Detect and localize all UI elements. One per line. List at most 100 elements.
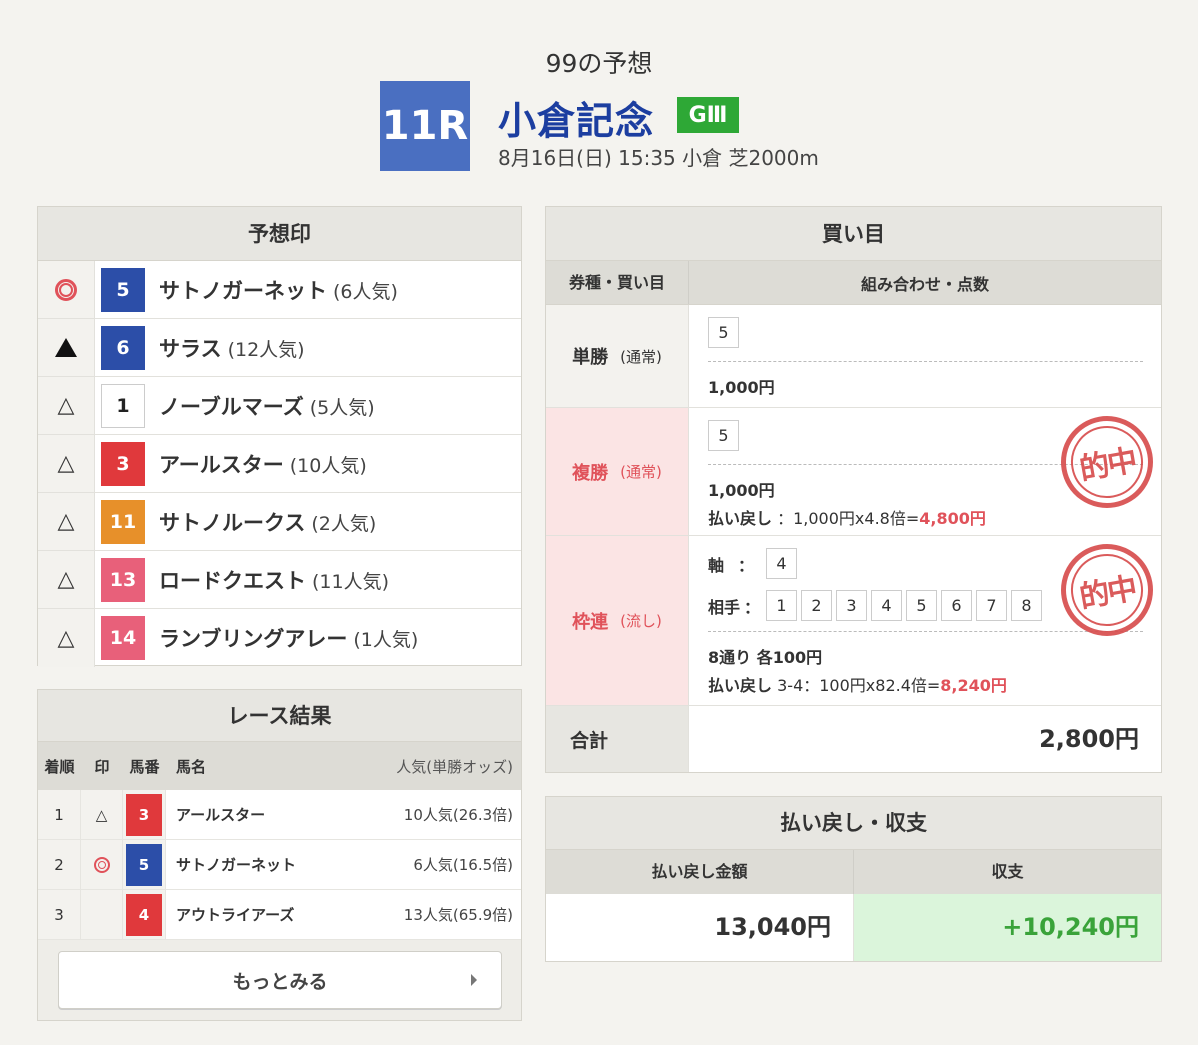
profit-amount: +10,240円	[854, 894, 1161, 961]
bet-row-place: 複勝 (通常) 5 1,000円 払い戻し ：1,000円x4.8倍=4,800…	[546, 408, 1161, 536]
result-num-cell: 3	[123, 790, 166, 839]
result-num-cell: 5	[123, 840, 166, 889]
bet-body-bracket: 軸： 4 相手： 12345678 8通り 各100円 払い戻し 3-4：100…	[689, 536, 1161, 705]
prediction-row: △ 11 サトノルークス (2人気)	[38, 493, 521, 551]
odds: 13人気(65.9倍)	[403, 906, 513, 924]
pick-number: 5	[708, 317, 739, 348]
horse-number-badge: 5	[126, 843, 162, 886]
prediction-row: △ 14 ランブリングアレー (1人気)	[38, 609, 521, 667]
open-triangle-mark-icon: △	[38, 377, 95, 434]
partner-number: 7	[976, 590, 1007, 621]
result-num-cell: 4	[123, 890, 166, 939]
popularity: (5人気)	[309, 396, 375, 419]
payout-panel: 払い戻し・収支 払い戻し金額 収支 13,040円 +10,240円	[545, 796, 1162, 962]
pick-number: 5	[708, 420, 739, 451]
horse-name: ロードクエスト (11人気)	[159, 568, 390, 593]
bet-row-win: 単勝 (通常) 5 1,000円	[546, 305, 1161, 408]
result-row: 3 4 アウトライアーズ 13人気(65.9倍)	[38, 890, 521, 940]
header-name: 馬名	[176, 757, 207, 776]
refund-amount: 13,040円	[546, 894, 854, 961]
horse-name: サトノガーネット (6人気)	[159, 278, 398, 303]
grade-badge: GⅢ	[677, 97, 739, 133]
horse-name: サトノルークス (2人気)	[159, 510, 377, 535]
horse-number-badge: 11	[101, 499, 145, 544]
horse-name: サラス (12人気)	[159, 336, 305, 361]
horse-name: サトノガーネット	[176, 856, 297, 874]
result-rank: 1	[38, 790, 81, 839]
header-bet-type: 券種・買い目	[546, 261, 689, 304]
popularity: (12人気)	[227, 338, 305, 361]
hit-stamp-text: 的中	[1076, 571, 1139, 616]
bet-type-label: 複勝	[572, 462, 609, 484]
result-rank: 3	[38, 890, 81, 939]
partner-number: 8	[1011, 590, 1042, 621]
payout-value: 4,800円	[919, 509, 986, 528]
bet-type-sub: (通常)	[620, 347, 662, 366]
popularity: (2人気)	[311, 512, 377, 535]
total-value: 2,800円	[1039, 725, 1139, 753]
payout-label: 払い戻し	[708, 676, 773, 695]
bet-type-win: 単勝 (通常)	[546, 305, 689, 407]
prediction-panel: 予想印 5 サトノガーネット (6人気) 6 サラス (12人気) △ 1 ノーブルマーズ (5人…	[37, 206, 522, 667]
double-circle-mark-icon	[38, 261, 95, 318]
bet-amount: 8通り 各100円	[708, 648, 823, 667]
horse-number-badge: 13	[101, 557, 145, 602]
payout-combo: 3-4	[777, 676, 804, 695]
header-mark: 印	[94, 757, 110, 776]
prediction-row: 5 サトノガーネット (6人気)	[38, 261, 521, 319]
partner-number: 2	[801, 590, 832, 621]
prediction-row: 6 サラス (12人気)	[38, 319, 521, 377]
header-refund: 払い戻し金額	[546, 850, 854, 894]
double-circle-mark-icon	[81, 840, 123, 889]
divider	[708, 361, 1143, 362]
partner-number: 5	[906, 590, 937, 621]
payout-line: 払い戻し ：1,000円x4.8倍=4,800円	[708, 505, 1143, 529]
axis-number: 4	[766, 548, 797, 579]
header-rank: 着順	[44, 757, 75, 776]
bet-amount: 1,000円	[708, 378, 775, 397]
bet-type-bracket: 枠連 (流し)	[546, 536, 689, 705]
horse-number-badge: 3	[126, 793, 162, 836]
header-num: 馬番	[129, 757, 160, 776]
open-triangle-mark-icon: △	[38, 493, 95, 550]
open-triangle-mark-icon: △	[38, 435, 95, 492]
prediction-row: △ 3 アールスター (10人気)	[38, 435, 521, 493]
payout-value: 8,240円	[940, 676, 1007, 695]
payout-label: 払い戻し	[708, 509, 773, 528]
result-table-header: 着順 印 馬番 馬名 人気(単勝オッズ)	[38, 742, 521, 790]
race-number-badge: 11R	[380, 81, 470, 171]
page-subtitle: 99の予想	[545, 49, 653, 78]
bet-body-place: 5 1,000円 払い戻し ：1,000円x4.8倍=4,800円 的中	[689, 408, 1161, 535]
more-button[interactable]: もっとみる	[58, 951, 502, 1009]
popularity: (10人気)	[289, 454, 367, 477]
bets-panel: 買い目 券種・買い目 組み合わせ・点数 単勝 (通常) 5 1,000円 複勝 …	[545, 206, 1162, 773]
bet-body-win: 5 1,000円	[689, 305, 1161, 407]
header-odds: 人気(単勝オッズ)	[396, 757, 513, 776]
popularity: (6人気)	[333, 280, 398, 303]
horse-name: ランブリングアレー (1人気)	[159, 627, 419, 651]
partner-number: 3	[836, 590, 867, 621]
bet-type-label: 枠連	[572, 611, 609, 633]
race-info: 8月16日(日) 15:35 小倉 芝2000m	[498, 146, 819, 170]
horse-number-badge: 3	[101, 441, 145, 486]
horse-name: アールスター	[176, 806, 266, 824]
partner-label: 相手：	[708, 597, 761, 617]
bet-type-sub: (通常)	[620, 463, 662, 481]
partner-number: 1	[766, 590, 797, 621]
partner-number: 4	[871, 590, 902, 621]
open-triangle-mark-icon: △	[38, 609, 95, 667]
race-result-panel: レース結果 着順 印 馬番 馬名 人気(単勝オッズ) 1 △ 3 アールスター 10人気…	[37, 689, 522, 1021]
result-row: 2 5 サトノガーネット 6人気(16.5倍)	[38, 840, 521, 890]
bet-row-bracket: 枠連 (流し) 軸： 4 相手： 12345678 8通り 各100円 払い戻し…	[546, 536, 1161, 706]
axis-label: 軸：	[708, 555, 755, 575]
race-name: 小倉記念	[498, 99, 655, 143]
popularity: (1人気)	[353, 629, 419, 651]
chevron-right-icon	[471, 974, 477, 986]
hit-stamp-text: 的中	[1076, 443, 1139, 488]
horse-name: アウトライアーズ	[176, 906, 295, 924]
filled-triangle-mark-icon	[38, 319, 95, 376]
header-combination: 組み合わせ・点数	[860, 274, 989, 294]
horse-number-badge: 4	[126, 893, 162, 936]
horse-number-badge: 14	[101, 616, 145, 660]
horse-number-badge: 5	[101, 267, 145, 312]
